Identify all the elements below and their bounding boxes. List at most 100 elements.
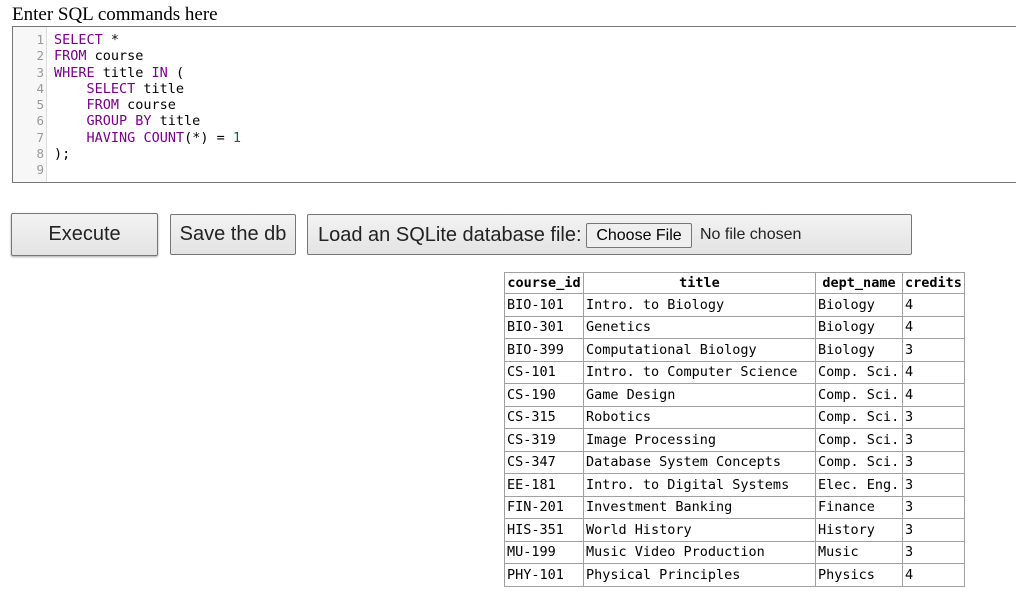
cell-course-id: CS-101 bbox=[504, 360, 584, 384]
cell-course-id: BIO-399 bbox=[504, 338, 584, 362]
code-text: FROM course bbox=[54, 97, 176, 113]
column-header-dept-name: dept_name bbox=[815, 272, 903, 294]
cell-dept-name: Physics bbox=[815, 563, 903, 587]
choose-file-button[interactable]: Choose File bbox=[586, 223, 692, 248]
cell-title: Intro. to Digital Systems bbox=[583, 473, 816, 497]
save-db-button[interactable]: Save the db bbox=[170, 214, 296, 255]
line-number: 4 bbox=[36, 81, 44, 96]
cell-title: Computational Biology bbox=[583, 338, 816, 362]
load-db-file-control[interactable]: Load an SQLite database file: Choose Fil… bbox=[307, 214, 912, 255]
code-line[interactable]: 6 GROUP BY title bbox=[13, 113, 1016, 129]
sql-token: ); bbox=[54, 146, 71, 162]
code-text: ); bbox=[54, 146, 70, 162]
sql-keyword: IN bbox=[151, 65, 168, 81]
sql-keyword: COUNT bbox=[143, 130, 185, 146]
cell-title: Investment Banking bbox=[583, 495, 816, 519]
cell-credits: 4 bbox=[902, 383, 965, 407]
cell-title: Image Processing bbox=[583, 428, 816, 452]
line-number: 9 bbox=[36, 162, 44, 177]
cell-dept-name: Comp. Sci. bbox=[815, 360, 903, 384]
column-header-credits: credits bbox=[902, 272, 965, 294]
sql-token: (*) = bbox=[184, 130, 233, 146]
table-row: FIN-201 Investment Banking Finance 3 bbox=[504, 495, 965, 519]
column-header-course-id: course_id bbox=[504, 272, 584, 294]
code-text: GROUP BY title bbox=[54, 113, 201, 129]
table-row: BIO-101 Intro. to Biology Biology 4 bbox=[504, 293, 965, 317]
table-row: CS-190 Game Design Comp. Sci. 4 bbox=[504, 383, 965, 407]
code-line[interactable]: 3 WHERE title IN ( bbox=[13, 65, 1016, 81]
code-line[interactable]: 1 SELECT * bbox=[13, 32, 1016, 48]
cell-dept-name: Biology bbox=[815, 293, 903, 317]
table-row: CS-315 Robotics Comp. Sci. 3 bbox=[504, 405, 965, 429]
table-row: CS-319 Image Processing Comp. Sci. 3 bbox=[504, 428, 965, 452]
cell-course-id: EE-181 bbox=[504, 473, 584, 497]
sql-editor[interactable]: 1 SELECT * 2 FROM course 3 WHERE title IN (4 … bbox=[12, 26, 1016, 183]
column-header-title: title bbox=[583, 272, 816, 294]
cell-title: Physical Principles bbox=[583, 563, 816, 587]
code-text: SELECT title bbox=[54, 81, 185, 97]
cell-course-id: FIN-201 bbox=[504, 495, 584, 519]
cell-credits: 4 bbox=[902, 563, 965, 587]
cell-title: Game Design bbox=[583, 383, 816, 407]
cell-course-id: CS-347 bbox=[504, 450, 584, 474]
table-row: CS-347 Database System Concepts Comp. Sci.… bbox=[504, 450, 965, 474]
sql-keyword: GROUP BY bbox=[86, 113, 152, 129]
line-number: 5 bbox=[36, 97, 44, 112]
cell-title: Robotics bbox=[583, 405, 816, 429]
cell-credits: 3 bbox=[902, 540, 965, 564]
code-text: HAVING COUNT(*) = 1 bbox=[54, 130, 241, 146]
cell-title: Music Video Production bbox=[583, 540, 816, 564]
cell-course-id: MU-199 bbox=[504, 540, 584, 564]
cell-title: Intro. to Computer Science bbox=[583, 360, 816, 384]
code-text: SELECT * bbox=[54, 32, 119, 48]
cell-credits: 3 bbox=[902, 405, 965, 429]
cell-credits: 4 bbox=[902, 293, 965, 317]
code-line[interactable]: 8); bbox=[13, 146, 1016, 162]
cell-dept-name: Comp. Sci. bbox=[815, 405, 903, 429]
cell-credits: 3 bbox=[902, 518, 965, 542]
line-number: 1 bbox=[36, 32, 44, 47]
sql-token: ( bbox=[167, 65, 185, 81]
cell-dept-name: Comp. Sci. bbox=[815, 450, 903, 474]
cell-credits: 3 bbox=[902, 495, 965, 519]
cell-credits: 3 bbox=[902, 473, 965, 497]
cell-course-id: BIO-301 bbox=[504, 315, 584, 339]
sql-keyword: WHERE bbox=[54, 65, 95, 81]
cell-course-id: CS-315 bbox=[504, 405, 584, 429]
table-row: CS-101 Intro. to Computer Science Comp. Sc… bbox=[504, 360, 965, 384]
sql-number: 1 bbox=[232, 130, 241, 146]
cell-dept-name: Comp. Sci. bbox=[815, 383, 903, 407]
table-row: HIS-351 World History History 3 bbox=[504, 518, 965, 542]
code-line[interactable]: 5 FROM course bbox=[13, 97, 1016, 113]
line-number: 2 bbox=[36, 48, 44, 63]
cell-credits: 4 bbox=[902, 315, 965, 339]
results-table: course_id title dept_name credits BIO-10… bbox=[504, 272, 965, 587]
cell-credits: 3 bbox=[902, 428, 965, 452]
code-line[interactable]: 2 FROM course bbox=[13, 48, 1016, 64]
sql-prompt-label: Enter SQL commands here bbox=[12, 4, 218, 25]
cell-dept-name: History bbox=[815, 518, 903, 542]
sql-keyword: HAVING bbox=[86, 130, 136, 146]
line-number: 8 bbox=[36, 146, 44, 161]
table-row: MU-199 Music Video Production Music 3 bbox=[504, 540, 965, 564]
sql-token: title bbox=[94, 65, 152, 81]
cell-dept-name: Comp. Sci. bbox=[815, 428, 903, 452]
sql-keyword: SELECT bbox=[86, 81, 136, 97]
code-line[interactable]: 9 bbox=[13, 162, 1016, 178]
cell-title: Intro. to Biology bbox=[583, 293, 816, 317]
load-db-label: Load an SQLite database file: bbox=[318, 224, 582, 246]
code-line[interactable]: 4 SELECT title bbox=[13, 81, 1016, 97]
cell-course-id: HIS-351 bbox=[504, 518, 584, 542]
line-number: 7 bbox=[36, 130, 44, 145]
code-text: FROM course bbox=[54, 48, 143, 64]
table-row: PHY-101 Physical Principles Physics 4 bbox=[504, 563, 965, 587]
table-row: EE-181 Intro. to Digital Systems Elec. Eng… bbox=[504, 473, 965, 497]
sql-keyword: FROM bbox=[54, 48, 87, 64]
cell-dept-name: Biology bbox=[815, 315, 903, 339]
code-line[interactable]: 7 HAVING COUNT(*) = 1 bbox=[13, 130, 1016, 146]
sql-token: course bbox=[119, 97, 176, 113]
table-row: BIO-301 Genetics Biology 4 bbox=[504, 315, 965, 339]
execute-button[interactable]: Execute bbox=[11, 213, 158, 256]
